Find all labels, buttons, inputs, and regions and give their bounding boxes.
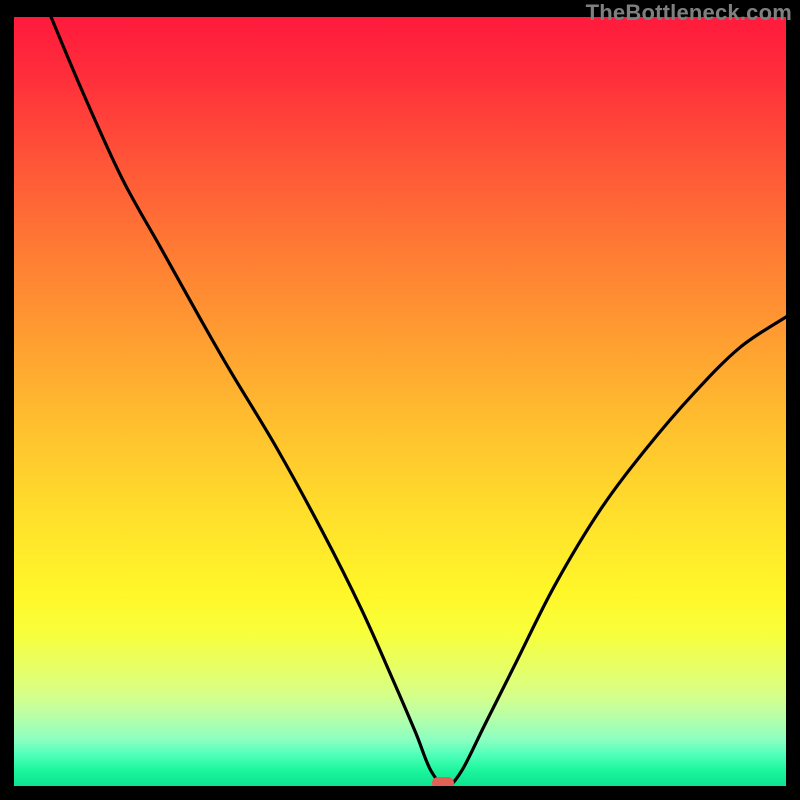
plot-area bbox=[14, 17, 786, 786]
bottleneck-curve bbox=[14, 17, 786, 786]
chart-frame: TheBottleneck.com bbox=[0, 0, 800, 800]
optimal-point-marker bbox=[432, 777, 454, 786]
watermark-text: TheBottleneck.com bbox=[586, 0, 792, 26]
